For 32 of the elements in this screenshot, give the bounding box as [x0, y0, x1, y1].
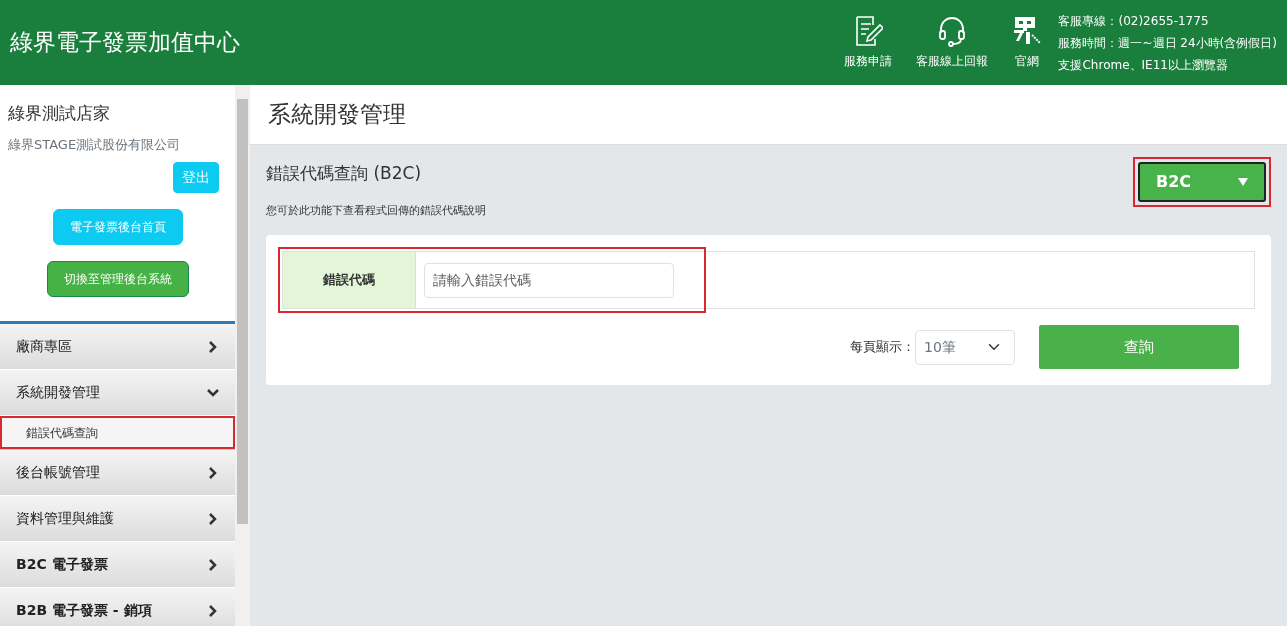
contact-info-text: 服務時間：週一~週日 24小時(含例假日) [1058, 34, 1277, 52]
type-dropdown[interactable]: B2C [1138, 162, 1266, 202]
caret-icon [1238, 178, 1248, 186]
headset-icon [937, 15, 968, 47]
header-link[interactable]: 客服線上回報 [916, 15, 989, 70]
error-code-input[interactable]: 請輸入錯誤代碼 [424, 262, 674, 298]
menu-item[interactable]: 後台帳號管理 [0, 450, 235, 496]
contact-info-text: 支援Chrome、IE11以上瀏覽器 [1058, 56, 1229, 74]
scrollbar-thumb[interactable] [237, 99, 248, 524]
form-pencil-icon [853, 15, 884, 47]
menu-item[interactable]: 資料管理與維護 [0, 496, 235, 542]
header-link[interactable]: 官網 [1012, 15, 1043, 70]
menu-item[interactable]: 系統開發管理 [0, 370, 235, 416]
menu-item[interactable]: 廠商專區 [0, 324, 235, 370]
per-page-label: 每頁顯示： [850, 338, 915, 357]
description-text: 您可於此功能下查看程式回傳的錯誤代碼說明 [266, 202, 486, 219]
section-title: 錯誤代碼查詢 (B2C) [266, 162, 423, 185]
store-name: 綠界測試店家 [8, 102, 111, 125]
per-page-select[interactable]: 10筆 [915, 329, 1015, 365]
submenu-item[interactable]: 錯誤代碼查詢 [0, 416, 235, 450]
scrollbar[interactable] [235, 85, 250, 626]
logo-icon [1012, 15, 1043, 47]
header-link[interactable]: 服務申請 [844, 15, 893, 70]
page-title: 系統開發管理 [250, 85, 1287, 145]
site-title: 綠界電子發票加值中心 [10, 28, 240, 58]
sidebar-button[interactable]: 切換至管理後台系統 [46, 261, 189, 297]
field-label: 錯誤代碼 [283, 252, 416, 308]
search-button[interactable]: 查詢 [1039, 325, 1239, 369]
company-name: 綠界STAGE測試股份有限公司 [8, 135, 182, 154]
menu-item[interactable]: B2B 電子發票 - 銷項 [0, 588, 235, 626]
contact-info-text: 客服專線：(02)2655-1775 [1058, 12, 1210, 30]
menu-item[interactable]: B2C 電子發票 [0, 542, 235, 588]
